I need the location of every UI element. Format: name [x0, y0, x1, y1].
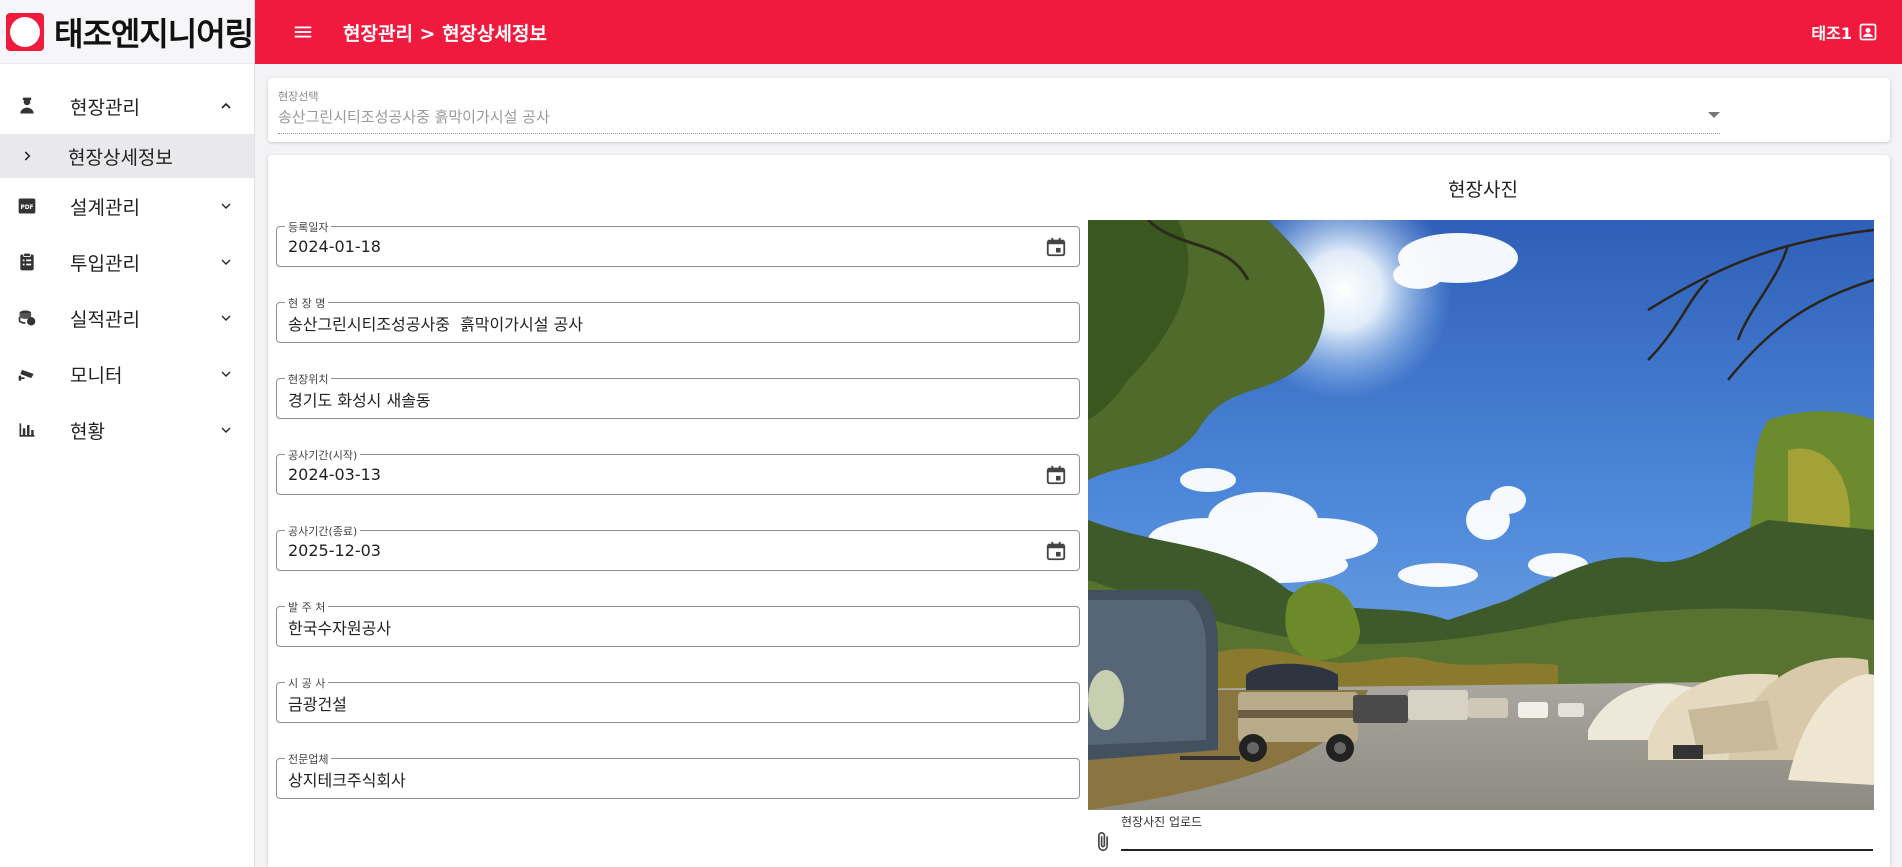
sidebar-item-site-detail[interactable]: 현장상세정보	[0, 134, 254, 178]
registration-date-input[interactable]	[288, 237, 1028, 256]
sidebar-item-label: 설계관리	[70, 196, 140, 219]
user-name: 태조1	[1811, 24, 1852, 43]
site-photo-title: 현장사진	[1448, 179, 1518, 201]
sidebar-item-label: 현장상세정보	[68, 146, 173, 169]
site-select[interactable]: 현장선택 송산그린시티조성공사중 흙막이가시설 공사	[278, 88, 1720, 134]
construction-end-input[interactable]	[288, 541, 1028, 560]
specialty-company-input[interactable]	[288, 769, 1028, 788]
breadcrumb: 현장관리 > 현장상세정보	[343, 22, 547, 45]
specialty-company-field: 전문업체	[276, 751, 1080, 799]
field-label: 현 장 명	[285, 295, 329, 311]
upload-label: 현장사진 업로드	[1121, 815, 1203, 829]
site-location-input[interactable]	[288, 389, 1028, 408]
construction-start-input[interactable]	[288, 465, 1028, 484]
hamburger-icon	[294, 26, 312, 38]
site-select-label: 현장선택	[278, 90, 319, 103]
field-label: 공사기간(시작)	[285, 447, 361, 463]
clipboard-icon	[16, 251, 38, 273]
site-photo-upload[interactable]: 현장사진 업로드	[1088, 813, 1878, 863]
logo[interactable]: 태조엔지니어링	[0, 0, 254, 64]
top-app-bar: 현장관리 > 현장상세정보 태조1	[255, 0, 1902, 64]
construction-end-field: 공사기간(종료)	[276, 523, 1080, 571]
sidebar: 태조엔지니어링 현장관리 현장상세정보 PDF 설계관리 투입관리 실적관리 모…	[0, 0, 255, 867]
chevron-right-icon	[24, 151, 31, 161]
field-label: 전문업체	[285, 751, 332, 767]
paperclip-icon[interactable]	[1092, 829, 1114, 855]
chevron-down-icon	[221, 259, 231, 265]
field-label: 공사기간(종료)	[285, 523, 361, 539]
dropdown-arrow-icon	[1708, 112, 1720, 118]
svg-text:PDF: PDF	[20, 205, 33, 211]
chevron-down-icon	[221, 371, 231, 377]
site-name-field: 현 장 명	[276, 295, 1080, 343]
sidebar-item-label: 실적관리	[70, 308, 140, 331]
field-label: 시 공 사	[285, 675, 329, 691]
field-label: 발 주 처	[285, 599, 329, 615]
calendar-icon[interactable]	[1045, 540, 1067, 562]
menu-button[interactable]	[283, 12, 323, 52]
upload-underline	[1121, 849, 1873, 851]
site-location-field: 현장위치	[276, 371, 1080, 419]
logo-text: 태조엔지니어링	[54, 14, 254, 53]
bar-chart-icon	[16, 419, 38, 441]
sidebar-item-status[interactable]: 현황	[0, 402, 254, 458]
chevron-up-icon	[221, 102, 231, 109]
sidebar-item-monitor[interactable]: 모니터	[0, 346, 254, 402]
registration-date-field: 등록일자	[276, 219, 1080, 267]
site-select-card: 현장선택 송산그린시티조성공사중 흙막이가시설 공사	[268, 78, 1890, 142]
account-box-icon	[1859, 23, 1877, 41]
sidebar-nav: 현장관리 현장상세정보 PDF 설계관리 투입관리 실적관리 모니터 현황	[0, 64, 254, 458]
field-label: 현장위치	[285, 371, 332, 387]
contractor-input[interactable]	[288, 693, 1028, 712]
construction-start-field: 공사기간(시작)	[276, 447, 1080, 495]
pdf-icon: PDF	[16, 195, 38, 217]
contractor-field: 시 공 사	[276, 675, 1080, 723]
sidebar-item-site-management[interactable]: 현장관리	[0, 78, 254, 134]
sidebar-item-label: 현장관리	[70, 96, 140, 119]
client-input[interactable]	[288, 617, 1028, 636]
logo-mark-icon	[6, 12, 44, 51]
site-name-input[interactable]	[288, 313, 1028, 332]
sidebar-item-label: 투입관리	[70, 252, 140, 275]
chevron-down-icon	[221, 427, 231, 433]
site-photo	[1088, 220, 1874, 810]
calendar-icon[interactable]	[1045, 236, 1067, 258]
cctv-icon	[16, 363, 38, 385]
sidebar-item-performance-management[interactable]: 실적관리	[0, 290, 254, 346]
site-detail-card: 등록일자 현 장 명 현장위치 공사기간(시작) 공사기간(종료) 발 주 처 …	[268, 155, 1890, 867]
chevron-down-icon	[221, 203, 231, 209]
site-select-value: 송산그린시티조성공사중 흙막이가시설 공사	[278, 108, 550, 126]
calendar-icon[interactable]	[1045, 464, 1067, 486]
coins-icon	[16, 307, 38, 329]
sidebar-item-design-management[interactable]: PDF 설계관리	[0, 178, 254, 234]
sidebar-item-label: 모니터	[70, 364, 123, 387]
field-label: 등록일자	[285, 219, 332, 235]
sidebar-item-input-management[interactable]: 투입관리	[0, 234, 254, 290]
chevron-down-icon	[221, 315, 231, 321]
user-menu-button[interactable]: 태조1	[1811, 20, 1878, 44]
sidebar-item-label: 현황	[70, 420, 105, 443]
client-field: 발 주 처	[276, 599, 1080, 647]
worker-icon	[16, 95, 38, 117]
